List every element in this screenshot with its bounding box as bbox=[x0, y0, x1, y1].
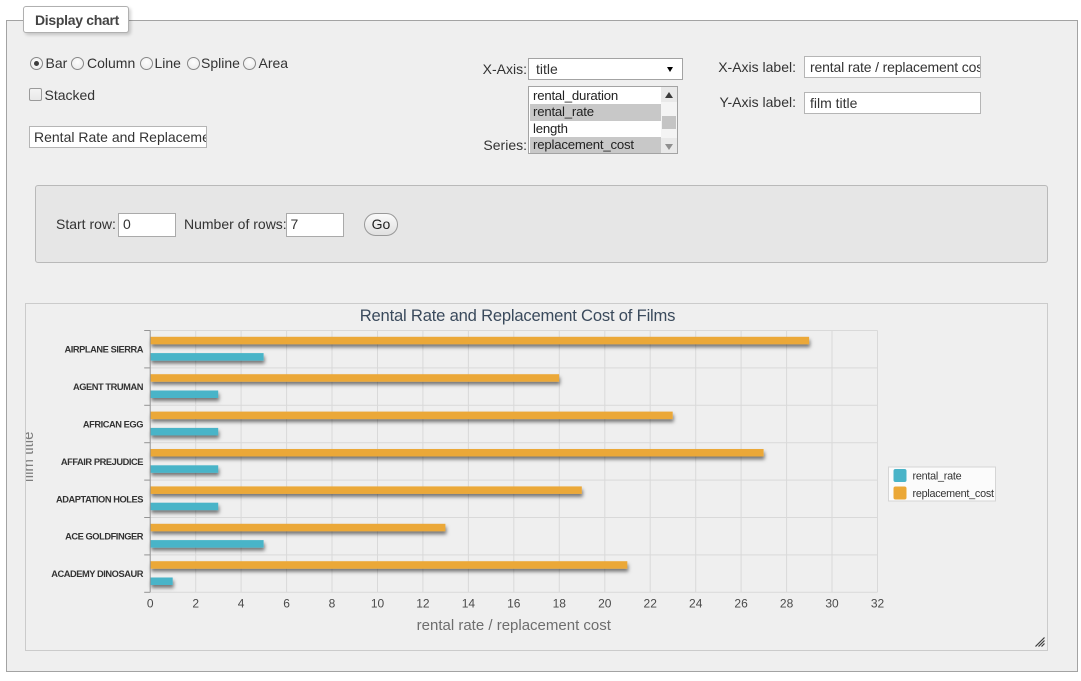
svg-text:2: 2 bbox=[192, 597, 199, 611]
svg-text:16: 16 bbox=[507, 597, 521, 611]
svg-text:AFFAIR PREJUDICE: AFFAIR PREJUDICE bbox=[61, 457, 143, 467]
svg-text:14: 14 bbox=[462, 597, 476, 611]
svg-text:22: 22 bbox=[644, 597, 658, 611]
svg-text:10: 10 bbox=[371, 597, 385, 611]
svg-text:film title: film title bbox=[26, 432, 37, 483]
svg-text:6: 6 bbox=[283, 597, 290, 611]
svg-text:30: 30 bbox=[825, 597, 839, 611]
svg-text:32: 32 bbox=[871, 597, 885, 611]
svg-text:ACE GOLDFINGER: ACE GOLDFINGER bbox=[65, 532, 144, 542]
svg-text:28: 28 bbox=[780, 597, 794, 611]
svg-text:Rental Rate and Replacement Co: Rental Rate and Replacement Cost of Film… bbox=[360, 306, 676, 325]
svg-text:ADAPTATION HOLES: ADAPTATION HOLES bbox=[56, 494, 143, 504]
svg-text:AFRICAN EGG: AFRICAN EGG bbox=[83, 420, 143, 430]
svg-text:replacement_cost: replacement_cost bbox=[913, 488, 994, 500]
svg-text:8: 8 bbox=[329, 597, 336, 611]
svg-text:20: 20 bbox=[598, 597, 612, 611]
svg-text:0: 0 bbox=[147, 597, 154, 611]
svg-text:rental_rate: rental_rate bbox=[913, 471, 962, 483]
svg-text:AIRPLANE SIERRA: AIRPLANE SIERRA bbox=[65, 345, 144, 355]
svg-text:rental rate / replacement cost: rental rate / replacement cost bbox=[417, 617, 612, 634]
svg-text:12: 12 bbox=[416, 597, 430, 611]
svg-text:24: 24 bbox=[689, 597, 703, 611]
svg-text:26: 26 bbox=[734, 597, 748, 611]
svg-text:18: 18 bbox=[553, 597, 567, 611]
svg-text:4: 4 bbox=[238, 597, 245, 611]
svg-text:ACADEMY DINOSAUR: ACADEMY DINOSAUR bbox=[51, 569, 144, 579]
svg-text:AGENT TRUMAN: AGENT TRUMAN bbox=[73, 382, 144, 392]
